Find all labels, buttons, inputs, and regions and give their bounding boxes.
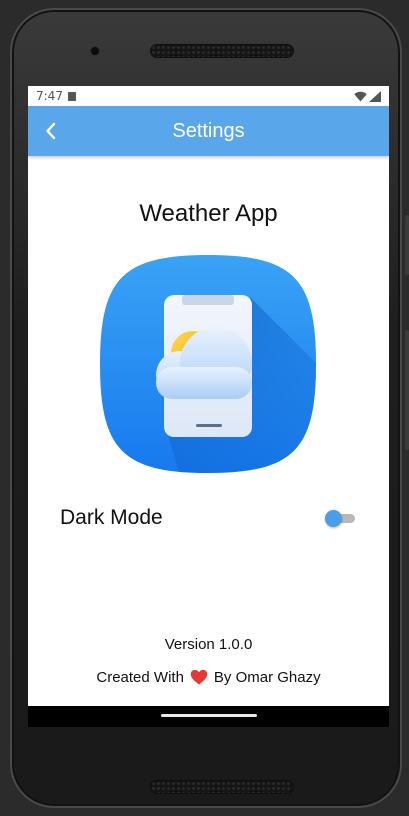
status-left: 7:47	[36, 89, 76, 103]
top-speaker	[150, 44, 294, 58]
back-button[interactable]	[38, 118, 64, 144]
chevron-left-icon	[46, 122, 56, 140]
app-bar: Settings	[28, 106, 389, 156]
toggle-thumb	[325, 510, 342, 527]
power-button	[405, 215, 409, 275]
dark-mode-toggle[interactable]	[325, 508, 357, 528]
status-time: 7:47	[36, 89, 63, 103]
phone-screen: 7:47 Settings Weather App Dark Mode Vers…	[28, 86, 389, 727]
status-bar: 7:47	[28, 86, 389, 106]
dark-mode-row: Dark Mode	[60, 506, 357, 530]
credits-line: Created With By Omar Ghazy	[28, 668, 389, 686]
navigation-bar	[28, 706, 389, 727]
status-right	[354, 90, 381, 102]
volume-button	[405, 330, 409, 450]
heart-icon	[190, 669, 208, 685]
page-title: Settings	[172, 119, 245, 142]
home-indicator[interactable]	[161, 714, 257, 717]
signal-icon	[369, 90, 381, 102]
credits-prefix: Created With	[96, 668, 184, 686]
version-text: Version 1.0.0	[164, 636, 253, 653]
credits-suffix: By Omar Ghazy	[213, 668, 321, 686]
app-name-heading: Weather App	[139, 200, 278, 227]
front-camera	[90, 46, 100, 56]
sd-card-icon	[67, 91, 76, 101]
bottom-speaker	[150, 780, 294, 794]
wifi-icon	[354, 91, 367, 101]
weather-app-logo	[100, 255, 316, 473]
dark-mode-label: Dark Mode	[60, 506, 163, 529]
